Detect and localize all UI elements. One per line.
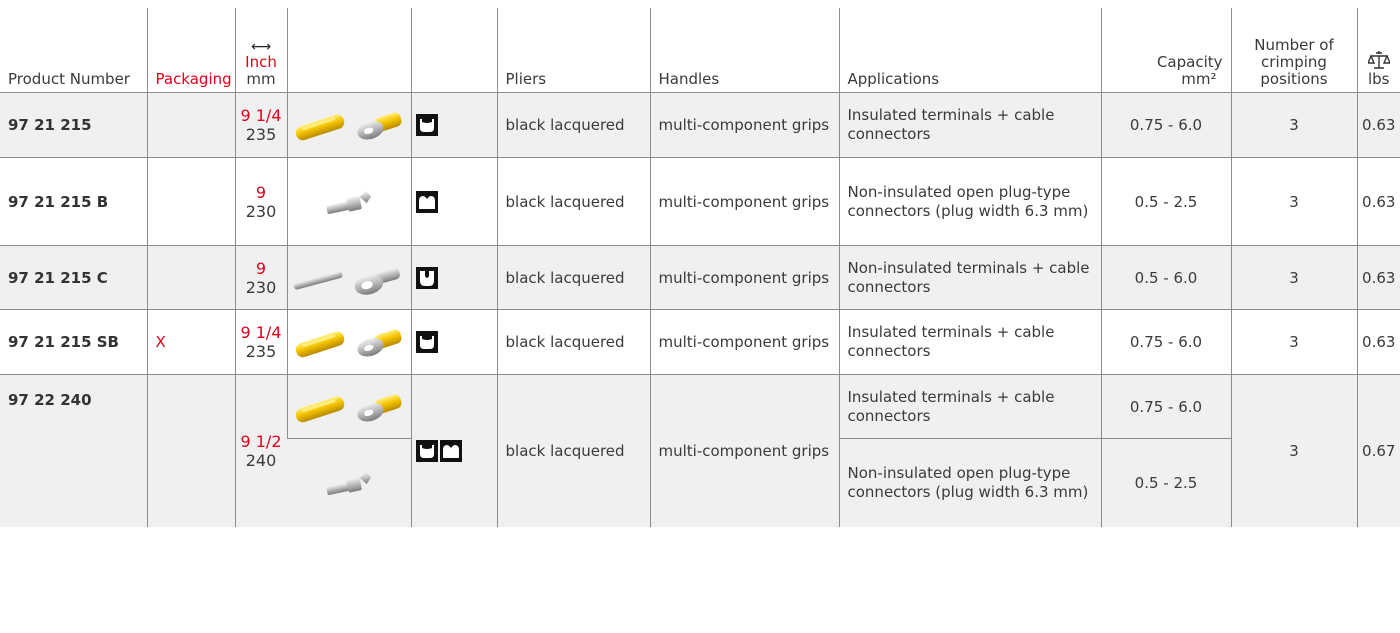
product-number: 97 22 240 [0, 374, 147, 527]
length-arrow-icon: ⟷ [250, 39, 272, 55]
insulated-profile-icon [410, 92, 497, 158]
application-cell: Insulated terminals + cable connectors [838, 92, 1101, 158]
header-size-mm: mm [246, 70, 276, 88]
header-positions: Number of crimping positions [1230, 8, 1357, 93]
size-mm: 230 [245, 201, 277, 221]
positions-cell: 3 [1230, 245, 1357, 310]
size-mm: 235 [245, 342, 277, 361]
scale-icon [1360, 49, 1399, 71]
size-cell: 9 1/4 235 [234, 92, 287, 158]
pliers-cell: black lacquered [496, 245, 650, 310]
product-number: 97 21 215 C [0, 245, 147, 310]
capacity-cell: 0.75 - 6.0 [1100, 374, 1231, 439]
insulated-terminals-image [286, 374, 411, 439]
size-cell: 9 1/4 235 [234, 309, 287, 375]
size-inch: 9 1/4 [240, 323, 282, 342]
insulated-terminals-image [286, 92, 411, 158]
open-plug-connector-image [286, 157, 411, 246]
header-pliers: Pliers [496, 8, 650, 93]
header-applications: Applications [838, 8, 1101, 93]
handles-cell: multi-component grips [649, 92, 839, 158]
header-weight: lbs [1356, 8, 1400, 93]
application-cell: Insulated terminals + cable connectors [838, 309, 1101, 375]
weight-cell: 0.63 [1356, 245, 1400, 310]
header-capacity-label: Capacity [1156, 53, 1223, 71]
pliers-cell: black lacquered [496, 92, 650, 158]
table-row: 97 21 215 9 1/4 235 black lacquered multi… [0, 92, 1400, 158]
size-mm: 230 [245, 277, 277, 297]
application-cell: Insulated terminals + cable connectors [838, 374, 1101, 439]
header-capacity: Capacity mm² [1100, 8, 1231, 93]
open-plug-profile-icon [410, 157, 497, 246]
size-mm: 240 [245, 450, 277, 470]
header-capacity-unit: mm² [1181, 70, 1217, 88]
capacity-cell: 0.75 - 6.0 [1100, 309, 1231, 375]
header-size-inch: Inch [245, 53, 277, 71]
open-plug-profile-icon [440, 441, 462, 459]
application-cell: Non-insulated terminals + cable connecto… [838, 245, 1101, 310]
size-inch: 9 1/4 [240, 106, 282, 125]
size-cell: 9 230 [234, 157, 287, 246]
positions-cell: 3 [1230, 157, 1357, 246]
weight-cell: 0.63 [1356, 309, 1400, 375]
table-row: 97 21 215 C 9 230 black lacquered multi-c… [0, 245, 1400, 310]
table-row: 97 21 215 B 9 230 black lacquered multi-c… [0, 157, 1400, 246]
size-cell: 9 1/2 240 [234, 374, 287, 527]
pliers-cell: black lacquered [496, 157, 650, 246]
application-cell: Non-insulated open plug-type connectors … [838, 157, 1101, 246]
handles-cell: multi-component grips [649, 374, 839, 527]
weight-cell: 0.63 [1356, 157, 1400, 246]
capacity-cell: 0.5 - 2.5 [1100, 438, 1231, 527]
insulated-profile-icon [410, 309, 497, 375]
positions-cell: 3 [1230, 309, 1357, 375]
non-insulated-terminals-image [286, 245, 411, 310]
insulated-profile-icon [416, 441, 438, 459]
open-plug-connector-image [287, 438, 411, 527]
capacity-cell: 0.5 - 2.5 [1100, 157, 1231, 246]
product-number: 97 21 215 B [0, 157, 147, 246]
packaging-cell [146, 92, 235, 158]
handles-cell: multi-component grips [649, 309, 839, 375]
positions-cell: 3 [1230, 92, 1357, 158]
weight-cell: 0.63 [1356, 92, 1400, 158]
capacity-cell: 0.5 - 6.0 [1100, 245, 1231, 310]
packaging-cell [146, 245, 235, 310]
positions-cell: 3 [1230, 374, 1357, 527]
pliers-cell: black lacquered [496, 374, 650, 527]
header-handles: Handles [649, 8, 839, 93]
product-number: 97 21 215 [0, 92, 147, 158]
table-row: 97 21 215 SB X 9 1/4 235 black lacquered … [0, 309, 1400, 375]
weight-cell: 0.67 [1356, 374, 1400, 527]
size-inch: 9 [255, 258, 267, 278]
packaging-cell: X [146, 309, 235, 375]
product-table: Product Number Packaging ⟷ Inch mm Plier… [0, 8, 1400, 527]
header-weight-unit: lbs [1367, 70, 1390, 88]
size-inch: 9 [255, 182, 267, 202]
insulated-terminals-image [286, 309, 411, 375]
product-number: 97 21 215 SB [0, 309, 147, 375]
table-row: 97 22 240 9 1/2 240 black lacquered multi… [0, 374, 1400, 527]
size-inch: 9 1/2 [240, 431, 282, 451]
header-size: ⟷ Inch mm [234, 8, 287, 93]
size-mm: 235 [245, 125, 277, 144]
non-insulated-profile-icon [410, 245, 497, 310]
size-cell: 9 230 [234, 245, 287, 310]
header-profile [410, 8, 497, 93]
header-packaging: Packaging [146, 8, 235, 93]
capacity-cell: 0.75 - 6.0 [1100, 92, 1231, 158]
handles-cell: multi-component grips [649, 157, 839, 246]
header-image [286, 8, 411, 93]
handles-cell: multi-component grips [649, 245, 839, 310]
application-cell: Non-insulated open plug-type connectors … [838, 438, 1101, 527]
packaging-cell [146, 157, 235, 246]
crimp-profile-cell [410, 374, 497, 527]
header-row: Product Number Packaging ⟷ Inch mm Plier… [0, 8, 1400, 93]
packaging-cell [146, 374, 235, 527]
header-product-number: Product Number [8, 70, 130, 88]
pliers-cell: black lacquered [496, 309, 650, 375]
